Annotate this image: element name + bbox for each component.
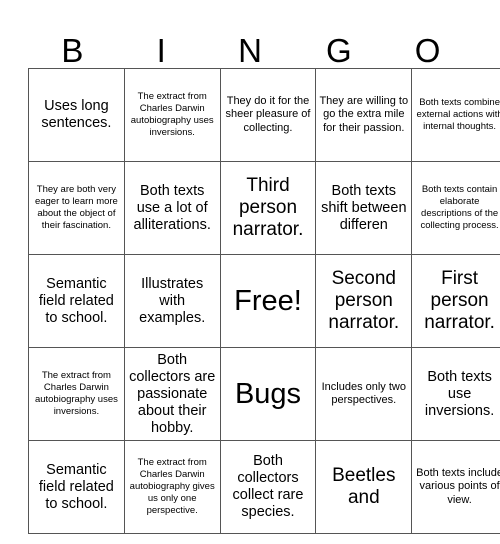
bingo-row: The extract from Charles Darwin autobiog… [28, 347, 500, 441]
bingo-cell-text: Semantic field related to school. [38, 275, 114, 326]
bingo-cell-text: Semantic field related to school. [38, 461, 114, 512]
bingo-card: B I N G O Uses long sentences. The extra… [28, 22, 500, 534]
bingo-row: Semantic field related to school. The ex… [28, 440, 500, 534]
bingo-cell-text: The extract from Charles Darwin autobiog… [129, 457, 215, 516]
bingo-cell-text: Bugs [234, 377, 302, 410]
bingo-cell[interactable]: Both collectors are passionate about the… [123, 347, 221, 441]
bingo-cell[interactable]: Includes only two perspectives. [315, 347, 413, 441]
bingo-cell[interactable]: Illustrates with examples. [123, 254, 221, 348]
bingo-cell[interactable]: Bugs [219, 347, 317, 441]
bingo-cell[interactable]: Both collectors collect rare species. [219, 440, 317, 534]
bingo-cell-text: Both texts combine external actions with… [416, 97, 500, 132]
bingo-cell-text: They are willing to go the extra mile fo… [319, 94, 409, 134]
bingo-cell[interactable]: The extract from Charles Darwin autobiog… [123, 440, 221, 534]
bingo-cell[interactable]: Both texts combine external actions with… [411, 68, 500, 162]
bingo-cell-text: They are both very eager to learn more a… [34, 184, 118, 231]
bingo-header: B I N G O [28, 22, 472, 68]
bingo-cell-text: Uses long sentences. [41, 98, 112, 131]
bingo-cell-text: Second person narrator. [328, 268, 400, 333]
bingo-cell-free[interactable]: Free! [219, 254, 317, 348]
bingo-row: They are both very eager to learn more a… [28, 161, 500, 255]
bingo-cell[interactable]: The extract from Charles Darwin autobiog… [28, 347, 125, 441]
bingo-cell-text: The extract from Charles Darwin autobiog… [34, 370, 118, 417]
bingo-cell[interactable]: They do it for the sheer pleasure of col… [219, 68, 317, 162]
bingo-cell-text: Free! [234, 284, 302, 317]
bingo-cell-text: Both texts use a lot of alliterations. [133, 182, 211, 233]
bingo-cell[interactable]: They are willing to go the extra mile fo… [315, 68, 413, 162]
bingo-cell[interactable]: They are both very eager to learn more a… [28, 161, 125, 255]
bingo-cell-text: Both texts contain elaborate description… [420, 184, 499, 231]
bingo-cell-text: Both collectors are passionate about the… [129, 352, 216, 436]
bingo-cell[interactable]: Both texts include various points of vie… [411, 440, 500, 534]
bingo-cell-text: Illustrates with examples. [139, 275, 206, 326]
bingo-grid: Uses long sentences. The extract from Ch… [28, 68, 500, 534]
bingo-cell[interactable]: Third person narrator. [219, 161, 317, 255]
bingo-cell[interactable]: The extract from Charles Darwin autobiog… [123, 68, 221, 162]
bingo-cell[interactable]: Both texts contain elaborate description… [411, 161, 500, 255]
bingo-cell-text: First person narrator. [424, 268, 495, 333]
bingo-cell-text: Third person narrator. [232, 175, 304, 240]
bingo-header-letter-g: G [325, 32, 352, 69]
bingo-cell-text: They do it for the sheer pleasure of col… [225, 94, 311, 134]
bingo-cell[interactable]: Second person narrator. [315, 254, 413, 348]
bingo-row: Semantic field related to school. Illust… [28, 254, 500, 348]
bingo-cell-text: Both collectors collect rare species. [232, 453, 304, 520]
bingo-header-letter-o: O [414, 32, 441, 69]
bingo-row: Uses long sentences. The extract from Ch… [28, 68, 500, 162]
bingo-cell-text: Both texts use inversions. [424, 368, 495, 419]
bingo-cell-text: Both texts shift between differen [321, 182, 407, 233]
bingo-cell[interactable]: Both texts shift between differen [315, 161, 413, 255]
bingo-header-letter-b: B [61, 32, 84, 69]
bingo-cell[interactable]: Uses long sentences. [28, 68, 125, 162]
bingo-cell[interactable]: First person narrator. [411, 254, 500, 348]
bingo-cell[interactable]: Semantic field related to school. [28, 440, 125, 534]
bingo-cell[interactable]: Both texts use a lot of alliterations. [123, 161, 221, 255]
bingo-header-letter-n: N [238, 32, 262, 69]
bingo-header-letter-i: I [156, 32, 166, 69]
bingo-cell-text: The extract from Charles Darwin autobiog… [130, 91, 214, 138]
bingo-cell-text: Both texts include various points of vie… [416, 466, 500, 506]
bingo-cell-text: Includes only two perspectives. [321, 380, 406, 407]
bingo-cell[interactable]: Beetles and [315, 440, 413, 534]
bingo-cell[interactable]: Both texts use inversions. [411, 347, 500, 441]
bingo-cell[interactable]: Semantic field related to school. [28, 254, 125, 348]
bingo-cell-text: Beetles and [332, 465, 396, 508]
